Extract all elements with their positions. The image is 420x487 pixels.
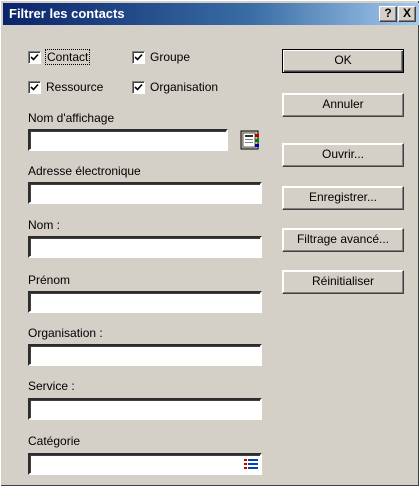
checkbox-group-label: Groupe bbox=[150, 50, 191, 64]
display-name-input[interactable] bbox=[28, 129, 228, 151]
last-name-input[interactable] bbox=[28, 236, 262, 258]
checkbox-organization[interactable]: Organisation bbox=[132, 79, 218, 95]
category-label: Catégorie bbox=[28, 434, 81, 448]
reset-button[interactable]: Réinitialiser bbox=[282, 270, 404, 294]
checkbox-resource-label: Ressource bbox=[46, 80, 104, 94]
department-label: Service : bbox=[28, 379, 75, 393]
checkbox-organization-box[interactable] bbox=[132, 80, 145, 94]
advanced-filter-button[interactable]: Filtrage avancé... bbox=[282, 228, 404, 252]
cancel-button[interactable]: Annuler bbox=[282, 93, 404, 117]
check-icon bbox=[134, 83, 143, 91]
ok-button[interactable]: OK bbox=[282, 49, 404, 73]
check-icon bbox=[30, 83, 39, 91]
check-icon bbox=[134, 53, 143, 61]
display-name-label: Nom d'affichage bbox=[28, 111, 115, 125]
check-icon bbox=[30, 53, 39, 61]
checkbox-contact-label: Contact bbox=[44, 49, 91, 65]
last-name-label: Nom : bbox=[28, 218, 61, 232]
help-button[interactable]: ? bbox=[379, 6, 397, 22]
checkbox-resource[interactable]: Ressource bbox=[28, 79, 103, 95]
email-label: Adresse électronique bbox=[28, 164, 141, 178]
first-name-label: Prénom bbox=[28, 273, 71, 287]
email-input[interactable] bbox=[28, 182, 262, 204]
checkbox-group-box[interactable] bbox=[132, 50, 145, 64]
checkbox-group[interactable]: Groupe bbox=[132, 49, 190, 65]
category-input[interactable] bbox=[28, 453, 262, 475]
first-name-input[interactable] bbox=[28, 291, 262, 313]
title-bar[interactable]: Filtrer les contacts ? X bbox=[3, 3, 419, 25]
window-title: Filtrer les contacts bbox=[9, 6, 125, 21]
category-list-icon[interactable] bbox=[244, 459, 258, 469]
filter-contacts-dialog: Filtrer les contacts ? X Contact Groupe … bbox=[0, 0, 420, 487]
checkbox-resource-box[interactable] bbox=[28, 80, 41, 94]
checkbox-organization-label: Organisation bbox=[150, 80, 219, 94]
address-book-icon[interactable] bbox=[238, 129, 262, 151]
open-button[interactable]: Ouvrir... bbox=[282, 143, 404, 167]
checkbox-contact[interactable]: Contact bbox=[28, 49, 91, 65]
organization-label: Organisation : bbox=[28, 326, 103, 340]
close-button[interactable]: X bbox=[398, 6, 416, 22]
checkbox-contact-box[interactable] bbox=[28, 50, 41, 64]
department-input[interactable] bbox=[28, 398, 262, 420]
organization-input[interactable] bbox=[28, 344, 262, 366]
save-button[interactable]: Enregistrer... bbox=[282, 186, 404, 210]
